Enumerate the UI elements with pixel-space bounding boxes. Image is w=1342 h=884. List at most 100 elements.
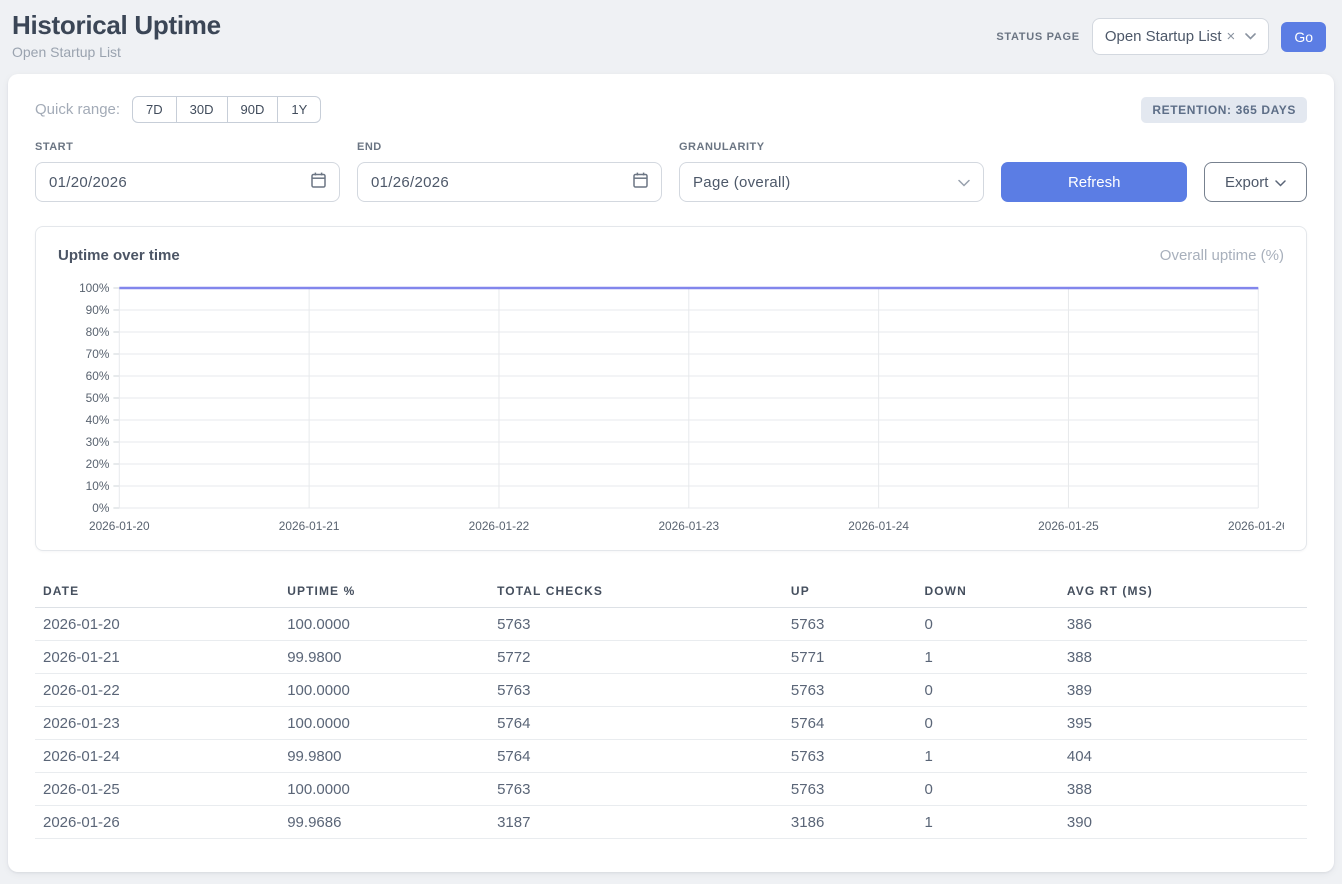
start-date-input[interactable]: 01/20/2026 — [35, 162, 340, 202]
quick-range-7d[interactable]: 7D — [132, 96, 177, 123]
svg-text:2026-01-21: 2026-01-21 — [279, 519, 340, 533]
start-date-value: 01/20/2026 — [49, 174, 127, 191]
table-cell: 5763 — [489, 674, 783, 707]
column-header: UP — [783, 575, 917, 608]
table-cell: 2026-01-23 — [35, 707, 279, 740]
table-cell: 99.9800 — [279, 740, 489, 773]
column-header: AVG RT (MS) — [1059, 575, 1307, 608]
table-cell: 2026-01-25 — [35, 773, 279, 806]
table-cell: 5763 — [783, 674, 917, 707]
svg-text:70%: 70% — [86, 347, 110, 361]
column-header: UPTIME % — [279, 575, 489, 608]
page-header: Historical Uptime Open Startup List STAT… — [0, 0, 1342, 70]
table-cell: 1 — [916, 806, 1058, 839]
uptime-line-chart: 0%10%20%30%40%50%60%70%80%90%100%2026-01… — [58, 278, 1284, 542]
svg-text:10%: 10% — [86, 479, 110, 493]
retention-badge: RETENTION: 365 DAYS — [1141, 97, 1307, 123]
clear-selection-icon[interactable]: × — [1227, 28, 1236, 45]
table-cell: 2026-01-26 — [35, 806, 279, 839]
svg-text:2026-01-24: 2026-01-24 — [848, 519, 909, 533]
table-cell: 404 — [1059, 740, 1307, 773]
end-date-value: 01/26/2026 — [371, 174, 449, 191]
chevron-down-icon — [1245, 33, 1256, 40]
granularity-select[interactable]: Page (overall) — [679, 162, 984, 202]
table-cell: 5763 — [489, 773, 783, 806]
quick-range-row: Quick range: 7D30D90D1Y RETENTION: 365 D… — [35, 96, 1307, 123]
svg-text:2026-01-20: 2026-01-20 — [89, 519, 150, 533]
table-row: 2026-01-22100.0000576357630389 — [35, 674, 1307, 707]
table-header-row: DATEUPTIME %TOTAL CHECKSUPDOWNAVG RT (MS… — [35, 575, 1307, 608]
start-date-label: START — [35, 141, 340, 153]
column-header: TOTAL CHECKS — [489, 575, 783, 608]
table-cell: 386 — [1059, 608, 1307, 641]
table-cell: 388 — [1059, 641, 1307, 674]
svg-text:60%: 60% — [86, 369, 110, 383]
calendar-icon[interactable] — [633, 172, 648, 192]
svg-text:2026-01-25: 2026-01-25 — [1038, 519, 1099, 533]
export-button[interactable]: Export — [1204, 162, 1307, 202]
table-cell: 2026-01-24 — [35, 740, 279, 773]
page-subtitle: Open Startup List — [12, 44, 221, 60]
svg-text:100%: 100% — [79, 281, 110, 295]
table-cell: 100.0000 — [279, 608, 489, 641]
main-card: Quick range: 7D30D90D1Y RETENTION: 365 D… — [8, 74, 1334, 872]
svg-text:0%: 0% — [92, 501, 110, 515]
table-row: 2026-01-20100.0000576357630386 — [35, 608, 1307, 641]
refresh-button[interactable]: Refresh — [1001, 162, 1187, 202]
chart-legend: Overall uptime (%) — [1160, 247, 1284, 264]
table-cell: 5763 — [783, 773, 917, 806]
uptime-table: DATEUPTIME %TOTAL CHECKSUPDOWNAVG RT (MS… — [35, 575, 1307, 839]
quick-range-1y[interactable]: 1Y — [277, 96, 321, 123]
table-cell: 2026-01-21 — [35, 641, 279, 674]
quick-range-30d[interactable]: 30D — [176, 96, 228, 123]
table-cell: 2026-01-20 — [35, 608, 279, 641]
table-cell: 2026-01-22 — [35, 674, 279, 707]
table-row: 2026-01-2199.9800577257711388 — [35, 641, 1307, 674]
svg-text:20%: 20% — [86, 457, 110, 471]
table-cell: 5763 — [783, 608, 917, 641]
table-cell: 5771 — [783, 641, 917, 674]
table-row: 2026-01-23100.0000576457640395 — [35, 707, 1307, 740]
granularity-label: GRANULARITY — [679, 141, 984, 153]
table-row: 2026-01-2499.9800576457631404 — [35, 740, 1307, 773]
quick-range-group: Quick range: 7D30D90D1Y — [35, 96, 321, 123]
quick-range-90d[interactable]: 90D — [227, 96, 279, 123]
svg-text:80%: 80% — [86, 325, 110, 339]
chevron-down-icon — [958, 174, 970, 191]
table-row: 2026-01-25100.0000576357630388 — [35, 773, 1307, 806]
chevron-down-icon — [1275, 174, 1286, 191]
table-cell: 388 — [1059, 773, 1307, 806]
status-page-selected-value: Open Startup List — [1105, 28, 1222, 45]
svg-text:40%: 40% — [86, 413, 110, 427]
table-cell: 5764 — [489, 707, 783, 740]
go-button[interactable]: Go — [1281, 22, 1326, 52]
table-cell: 395 — [1059, 707, 1307, 740]
chart-title: Uptime over time — [58, 247, 180, 264]
svg-text:30%: 30% — [86, 435, 110, 449]
chart-header: Uptime over time Overall uptime (%) — [58, 247, 1284, 264]
column-header: DATE — [35, 575, 279, 608]
table-cell: 99.9686 — [279, 806, 489, 839]
status-page-select[interactable]: Open Startup List × — [1092, 18, 1270, 55]
table-cell: 0 — [916, 608, 1058, 641]
table-cell: 0 — [916, 674, 1058, 707]
end-date-input[interactable]: 01/26/2026 — [357, 162, 662, 202]
start-date-field: START 01/20/2026 — [35, 141, 340, 202]
header-controls: STATUS PAGE Open Startup List × Go — [996, 18, 1326, 55]
svg-text:2026-01-22: 2026-01-22 — [469, 519, 530, 533]
title-block: Historical Uptime Open Startup List — [12, 10, 221, 60]
svg-text:2026-01-23: 2026-01-23 — [658, 519, 719, 533]
table-cell: 1 — [916, 641, 1058, 674]
table-cell: 389 — [1059, 674, 1307, 707]
quick-range-buttons: 7D30D90D1Y — [132, 96, 321, 123]
calendar-icon[interactable] — [311, 172, 326, 192]
table-cell: 3187 — [489, 806, 783, 839]
column-header: DOWN — [916, 575, 1058, 608]
table-cell: 5763 — [783, 740, 917, 773]
table-cell: 5764 — [489, 740, 783, 773]
table-cell: 5763 — [489, 608, 783, 641]
granularity-field: GRANULARITY Page (overall) — [679, 141, 984, 202]
svg-text:50%: 50% — [86, 391, 110, 405]
end-date-label: END — [357, 141, 662, 153]
svg-text:2026-01-26: 2026-01-26 — [1228, 519, 1284, 533]
